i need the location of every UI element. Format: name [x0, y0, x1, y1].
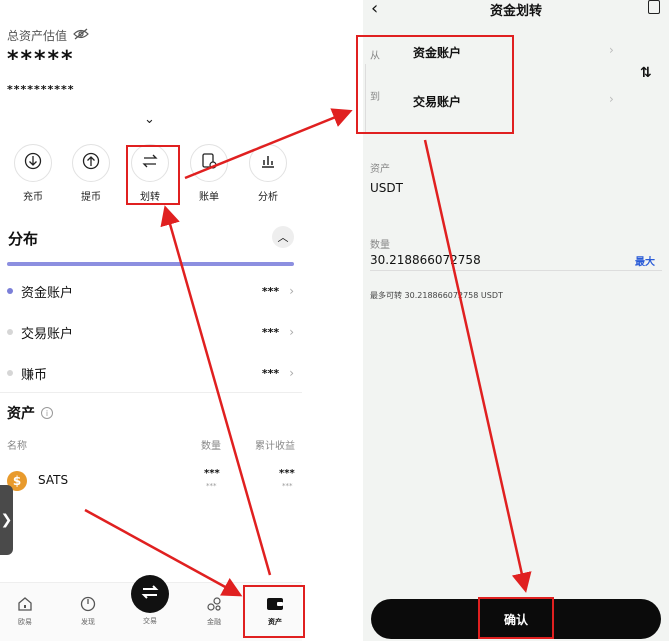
asset-qty-sub: *** — [206, 482, 217, 490]
distribution-label: 交易账户 — [21, 326, 74, 342]
nav-discover-label: 发现 — [81, 618, 95, 626]
finance-icon — [194, 595, 234, 613]
total-asset-text: 总资产估值 — [7, 29, 68, 43]
distribution-row-funding[interactable]: 资金账户 *** › — [7, 281, 294, 301]
to-account[interactable]: 交易账户 — [413, 93, 461, 110]
distribution-title: 分布 — [8, 230, 39, 248]
from-label: 从 — [370, 51, 380, 62]
divider — [0, 392, 302, 393]
trade-icon — [140, 582, 160, 606]
distribution-value: *** — [261, 366, 280, 380]
quantity-input[interactable]: 30.218866072758 — [370, 253, 481, 267]
asset-qty: *** — [204, 468, 220, 479]
info-icon[interactable]: i — [41, 407, 53, 419]
nav-trade[interactable] — [131, 575, 169, 613]
record-icon[interactable] — [648, 0, 660, 14]
chevron-right-icon: › — [289, 366, 294, 380]
chevron-right-icon: › — [289, 325, 294, 339]
total-asset-sub: ********** — [7, 83, 75, 96]
distribution-value: *** — [261, 325, 280, 339]
chevron-up-icon[interactable]: ︿ — [272, 226, 294, 248]
chevron-down-icon[interactable]: ⌄ — [144, 112, 155, 127]
nav-home-label: 欧易 — [18, 618, 32, 626]
asset-row[interactable]: $ SATS *** *** *** *** — [7, 468, 297, 494]
discover-icon — [68, 595, 108, 613]
from-to-line — [365, 64, 366, 134]
side-drawer-handle[interactable]: ❯ — [0, 485, 13, 555]
max-button[interactable]: 最大 — [635, 253, 655, 268]
nav-assets[interactable]: 资产 — [255, 595, 295, 627]
asset-pnl: *** — [279, 468, 295, 479]
home-icon — [5, 595, 45, 613]
transfer-icon — [141, 152, 159, 174]
quantity-underline — [370, 270, 662, 271]
assets-title: 资产 i — [7, 403, 53, 423]
col-header-pnl: 累计收益 — [255, 441, 295, 452]
asset-name: SATS — [38, 473, 69, 487]
deposit-label: 充币 — [23, 192, 43, 203]
withdraw-label: 提币 — [81, 192, 101, 203]
dot-icon — [7, 288, 13, 294]
col-header-name: 名称 — [7, 441, 27, 452]
deposit-button[interactable]: 充币 — [13, 144, 53, 203]
nav-trade-label: 交易 — [143, 617, 157, 625]
to-label: 到 — [370, 92, 380, 103]
distribution-label: 资金账户 — [21, 285, 74, 301]
deposit-icon — [24, 152, 42, 174]
distribution-row-trading[interactable]: 交易账户 *** › — [7, 322, 294, 342]
distribution-value: *** — [261, 284, 280, 298]
transfer-button[interactable]: 划转 — [130, 144, 170, 203]
back-arrow-icon[interactable]: ‹ — [371, 0, 378, 19]
withdraw-button[interactable]: 提币 — [71, 144, 111, 203]
total-asset-label: 总资产估值 — [7, 27, 89, 44]
asset-select[interactable]: USDT — [370, 181, 403, 195]
bill-icon — [200, 152, 218, 174]
dot-icon — [7, 370, 13, 376]
distribution-label: 赚币 — [21, 367, 48, 383]
chevron-right-icon[interactable]: › — [609, 43, 614, 57]
available-amount: 最多可转 30.218866072758 USDT — [370, 291, 503, 300]
distribution-bar — [7, 262, 294, 266]
nav-assets-label: 资产 — [268, 618, 282, 626]
analysis-icon — [259, 152, 277, 174]
confirm-label: 确认 — [503, 612, 528, 627]
analysis-button[interactable]: 分析 — [248, 144, 288, 203]
quantity-label: 数量 — [370, 240, 390, 251]
nav-home[interactable]: 欧易 — [5, 595, 45, 627]
withdraw-icon — [82, 152, 100, 174]
total-asset-value: ***** — [7, 47, 75, 72]
nav-discover[interactable]: 发现 — [68, 595, 108, 627]
col-header-qty: 数量 — [201, 441, 221, 452]
chevron-right-icon: ❯ — [0, 512, 13, 528]
distribution-row-earn[interactable]: 赚币 *** › — [7, 363, 294, 383]
assets-screen: 总资产估值 ***** ********** ⌄ 充币 提币 划转 账单 分析 … — [0, 0, 302, 641]
nav-finance-label: 金融 — [207, 618, 221, 626]
from-account[interactable]: 资金账户 — [413, 44, 461, 61]
eye-off-icon[interactable] — [73, 28, 89, 43]
asset-label: 资产 — [370, 164, 390, 175]
page-title: 资金划转 — [489, 4, 542, 19]
bill-label: 账单 — [199, 192, 219, 203]
transfer-label: 划转 — [140, 192, 160, 203]
assets-title-text: 资产 — [7, 406, 35, 422]
bill-button[interactable]: 账单 — [189, 144, 229, 203]
transfer-screen: 资金划转 ‹ 从 资金账户 › 到 交易账户 › ⇅ 资产 USDT 数量 30… — [363, 0, 669, 641]
dot-icon — [7, 329, 13, 335]
asset-pnl-sub: *** — [282, 482, 293, 490]
wallet-icon — [255, 595, 295, 613]
swap-icon[interactable]: ⇅ — [640, 65, 652, 81]
chevron-right-icon: › — [289, 284, 294, 298]
analysis-label: 分析 — [258, 192, 278, 203]
nav-finance[interactable]: 金融 — [194, 595, 234, 627]
confirm-button[interactable]: 确认 — [371, 599, 661, 639]
chevron-right-icon[interactable]: › — [609, 92, 614, 106]
